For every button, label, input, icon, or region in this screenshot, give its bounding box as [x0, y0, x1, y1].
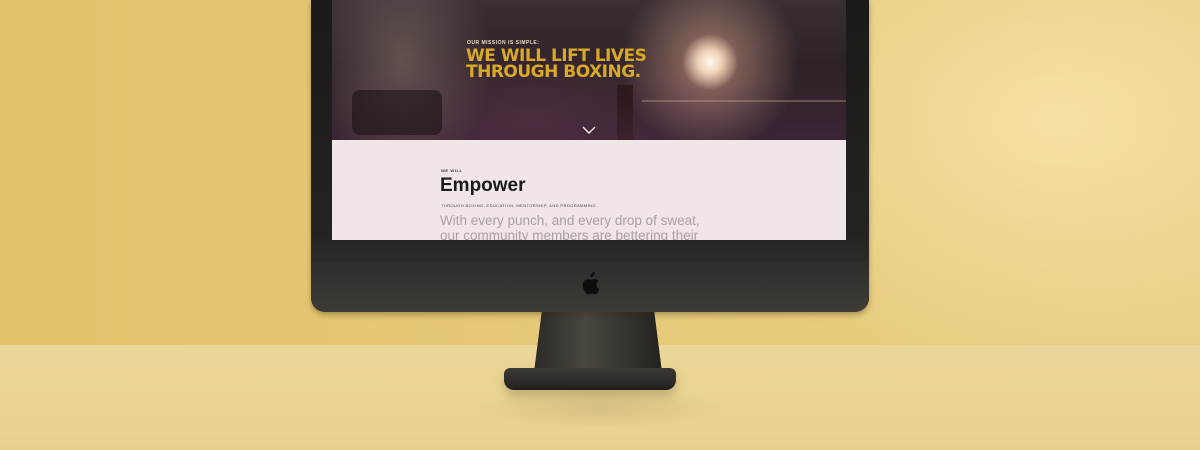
section-kicker: WE WILL: [441, 168, 463, 173]
hero-photo-rope: [642, 100, 846, 102]
section-body-text: With every punch, and every drop of swea…: [440, 213, 700, 240]
stand-reflection: [470, 388, 730, 428]
hero-banner: OUR MISSION IS SIMPLE: WE WILL LIFT LIVE…: [332, 0, 846, 140]
imac-monitor: OUR MISSION IS SIMPLE: WE WILL LIFT LIVE…: [311, 0, 869, 312]
mission-section: WE WILL Empower THROUGH BOXING, EDUCATIO…: [332, 140, 846, 240]
hero-photo-post: [617, 85, 633, 140]
hero-photo-figure: [352, 90, 442, 135]
monitor-stand-foot: [504, 368, 676, 390]
apple-logo-icon: [582, 272, 600, 295]
monitor-screen: OUR MISSION IS SIMPLE: WE WILL LIFT LIVE…: [332, 0, 846, 240]
section-subhead: THROUGH BOXING, EDUCATION, MENTORSHIP, A…: [441, 203, 598, 208]
chevron-down-icon[interactable]: [582, 125, 596, 135]
section-heading: Empower: [440, 175, 526, 196]
hero-title: WE WILL LIFT LIVES THROUGH BOXING.: [466, 46, 647, 82]
monitor-stand-neck: [534, 312, 662, 372]
